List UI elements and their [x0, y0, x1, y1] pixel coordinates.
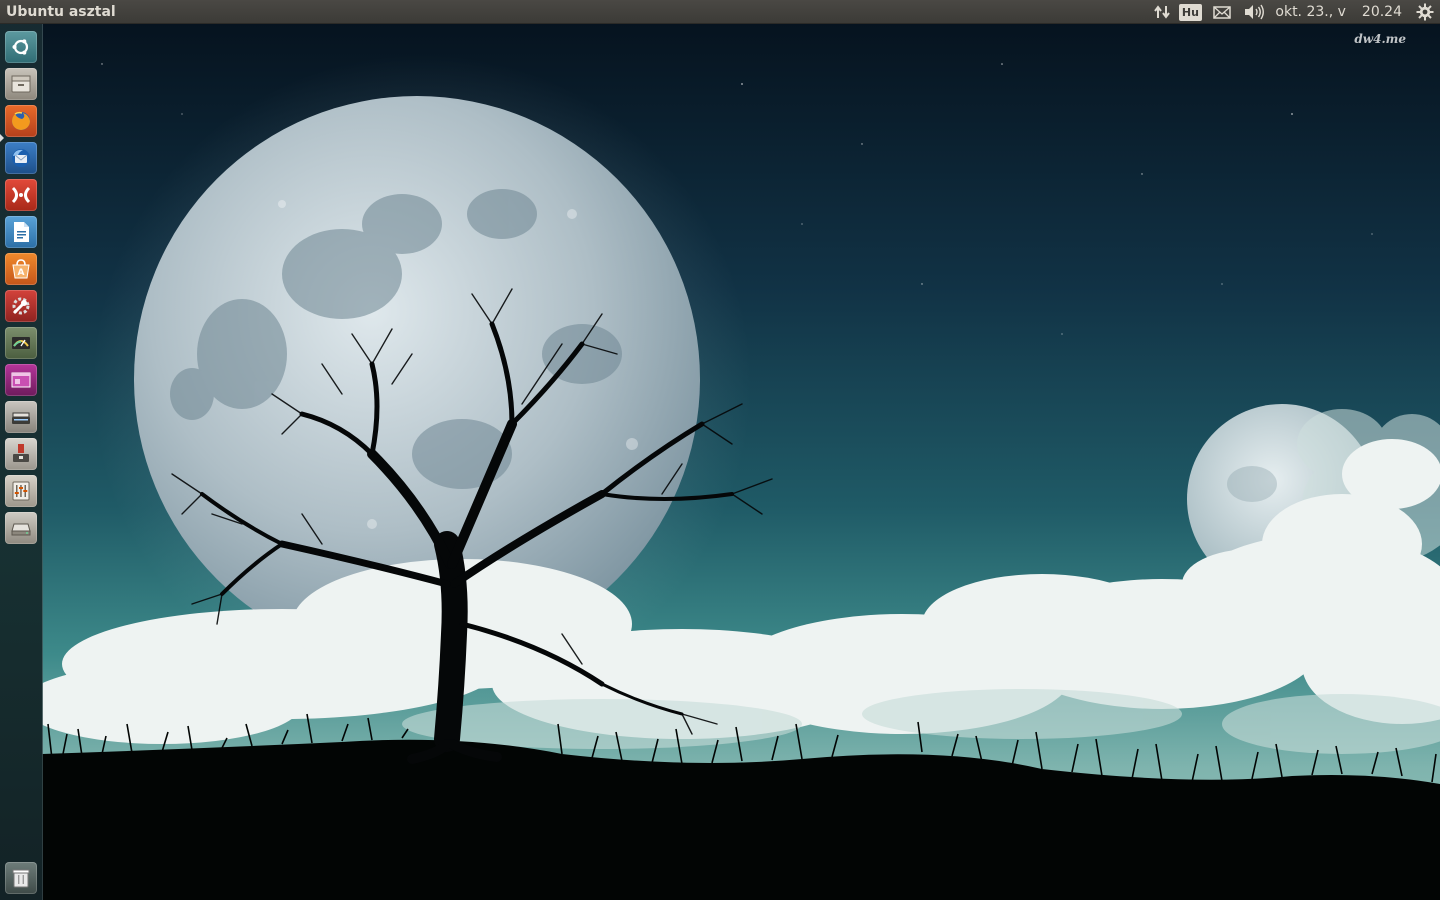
software-center-icon: A — [12, 259, 30, 279]
launcher-usb-creator[interactable] — [5, 438, 37, 470]
thunderbird-icon — [12, 149, 30, 167]
disk-drive-icon — [11, 523, 31, 536]
launcher-system-monitor[interactable] — [5, 327, 37, 359]
launcher-libreoffice-writer[interactable] — [5, 216, 37, 248]
launcher-trash[interactable] — [5, 862, 37, 894]
launcher-drive[interactable] — [5, 512, 37, 544]
ubuntu-logo-icon — [12, 39, 29, 55]
launcher-dash-home[interactable] — [5, 31, 37, 63]
dia-icon — [11, 186, 31, 204]
writer-document-icon — [14, 222, 29, 242]
launcher-firefox[interactable] — [5, 105, 37, 137]
network-icon — [1154, 5, 1171, 19]
workspace-icon — [11, 372, 31, 388]
launcher: A — [0, 24, 43, 900]
keyboard-layout-indicator[interactable]: Hu — [1175, 0, 1205, 24]
session-gear-icon — [1416, 3, 1434, 21]
keyboard-layout-label: Hu — [1178, 3, 1202, 21]
mail-icon — [1213, 5, 1232, 19]
desktop-wallpaper: dw4.me — [42, 24, 1440, 900]
wallpaper-art — [42, 24, 1440, 900]
file-cabinet-icon — [11, 75, 31, 93]
messaging-indicator[interactable] — [1205, 0, 1239, 24]
launcher-dia[interactable] — [5, 179, 37, 211]
date-indicator[interactable]: okt. 23., v — [1269, 0, 1354, 24]
wallpaper-watermark: dw4.me — [1354, 32, 1406, 46]
clock-indicator[interactable]: 20.24 — [1354, 0, 1410, 24]
running-indicator — [0, 134, 4, 142]
launcher-thunderbird[interactable] — [5, 142, 37, 174]
session-menu[interactable] — [1410, 0, 1440, 24]
monitor-gauge-icon — [12, 337, 30, 349]
launcher-files[interactable] — [5, 68, 37, 100]
launcher-system-settings[interactable] — [5, 290, 37, 322]
usb-installer-icon — [13, 444, 29, 462]
trash-icon — [12, 869, 30, 888]
launcher-workspace-switcher[interactable] — [5, 364, 37, 396]
firefox-icon — [12, 111, 30, 130]
launcher-mixer[interactable] — [5, 475, 37, 507]
sound-indicator[interactable] — [1239, 0, 1269, 24]
svg-text:A: A — [18, 268, 25, 278]
launcher-software-center[interactable]: A — [5, 253, 37, 285]
top-panel: Ubuntu asztal Hu okt. 23., v 20.24 — [0, 0, 1440, 24]
mixer-icon — [12, 481, 30, 501]
network-indicator[interactable] — [1149, 0, 1175, 24]
launcher-scanner[interactable] — [5, 401, 37, 433]
scanner-icon — [12, 412, 30, 424]
settings-wrench-icon — [12, 297, 30, 315]
sound-icon — [1245, 4, 1265, 20]
panel-title[interactable]: Ubuntu asztal — [6, 0, 116, 24]
indicator-area: Hu okt. 23., v 20.24 — [1149, 0, 1440, 24]
